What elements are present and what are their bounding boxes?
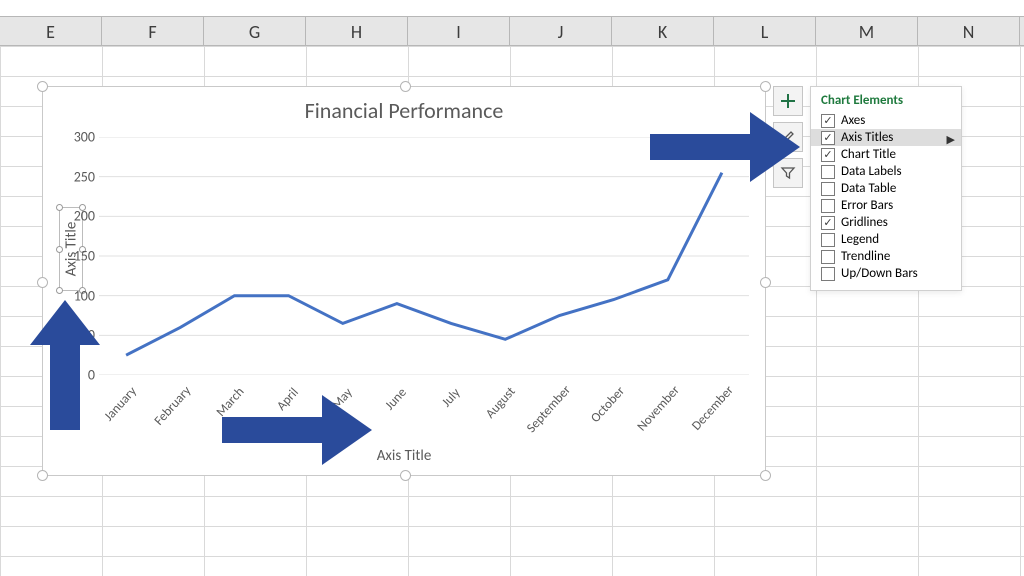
chart-element-option[interactable]: Data Table [811, 180, 961, 197]
resize-handle[interactable] [400, 81, 411, 92]
x-tick-label: August [483, 384, 519, 421]
chart-element-option[interactable]: Data Labels [811, 163, 961, 180]
x-tick-label: January [102, 384, 140, 424]
column-header-row: E F G H I J K L M N [0, 16, 1024, 46]
annotation-arrow-up [30, 300, 100, 430]
option-label: Chart Title [841, 147, 896, 162]
plus-icon [780, 93, 796, 109]
col-header[interactable]: F [102, 17, 204, 45]
col-header[interactable]: I [408, 17, 510, 45]
option-label: Gridlines [841, 215, 888, 230]
y-tick-label: 250 [74, 168, 95, 185]
checkbox[interactable]: ✓ [821, 216, 835, 230]
x-tick-label: July [439, 386, 463, 411]
checkbox[interactable] [821, 165, 835, 179]
option-label: Axes [841, 113, 865, 128]
checkbox[interactable]: ✓ [821, 114, 835, 128]
annotation-arrow-right [650, 112, 800, 182]
checkbox[interactable] [821, 182, 835, 196]
x-tick-label: December [689, 383, 737, 434]
resize-handle[interactable] [37, 81, 48, 92]
checkbox[interactable] [821, 233, 835, 247]
col-header[interactable]: J [510, 17, 612, 45]
chart-elements-flyout: Chart Elements ✓ Axes ✓ Axis Titles ▶ ✓ Chart … [810, 86, 962, 291]
x-tick-label: October [588, 384, 628, 426]
x-axis-title[interactable]: Axis Title [43, 447, 765, 465]
option-label: Legend [841, 232, 879, 247]
chart-element-option[interactable]: Error Bars [811, 197, 961, 214]
annotation-arrow-right [222, 395, 372, 465]
y-tick-label: 150 [74, 248, 95, 265]
resize-handle[interactable] [37, 277, 48, 288]
col-header[interactable]: M [816, 17, 918, 45]
chart-element-option[interactable]: ✓ Gridlines [811, 214, 961, 231]
data-series[interactable] [126, 173, 722, 356]
col-header[interactable]: L [714, 17, 816, 45]
chart-element-option[interactable]: ✓ Axis Titles ▶ [811, 129, 961, 146]
col-header[interactable]: H [306, 17, 408, 45]
x-tick-label: September [524, 383, 574, 436]
checkbox[interactable] [821, 199, 835, 213]
option-label: Axis Titles [841, 130, 893, 145]
col-header[interactable]: K [612, 17, 714, 45]
chart-element-option[interactable]: ✓ Chart Title [811, 146, 961, 163]
x-tick-label: February [152, 383, 195, 428]
option-label: Trendline [841, 249, 890, 264]
col-header[interactable]: E [0, 17, 102, 45]
checkbox[interactable] [821, 267, 835, 281]
chart-element-option[interactable]: Legend [811, 231, 961, 248]
resize-handle[interactable] [760, 81, 771, 92]
flyout-title: Chart Elements [811, 93, 961, 112]
chart-element-option[interactable]: ✓ Axes [811, 112, 961, 129]
x-axis-ticks: JanuaryFebruaryMarchAprilMayJuneJulyAugu… [99, 379, 749, 451]
option-label: Error Bars [841, 198, 893, 213]
checkbox[interactable]: ✓ [821, 148, 835, 162]
y-tick-label: 300 [74, 129, 95, 146]
checkbox[interactable]: ✓ [821, 131, 835, 145]
col-header[interactable]: N [918, 17, 1020, 45]
y-tick-label: 200 [74, 208, 95, 225]
chart-element-option[interactable]: Up/Down Bars [811, 265, 961, 282]
resize-handle[interactable] [760, 470, 771, 481]
chevron-right-icon[interactable]: ▶ [947, 133, 955, 146]
resize-handle[interactable] [760, 277, 771, 288]
x-tick-label: November [634, 383, 682, 434]
option-label: Up/Down Bars [841, 266, 918, 281]
x-tick-label: June [382, 385, 409, 413]
option-label: Data Labels [841, 164, 902, 179]
resize-handle[interactable] [400, 470, 411, 481]
option-label: Data Table [841, 181, 896, 196]
checkbox[interactable] [821, 250, 835, 264]
resize-handle[interactable] [37, 470, 48, 481]
chart-element-option[interactable]: Trendline [811, 248, 961, 265]
col-header[interactable]: G [204, 17, 306, 45]
